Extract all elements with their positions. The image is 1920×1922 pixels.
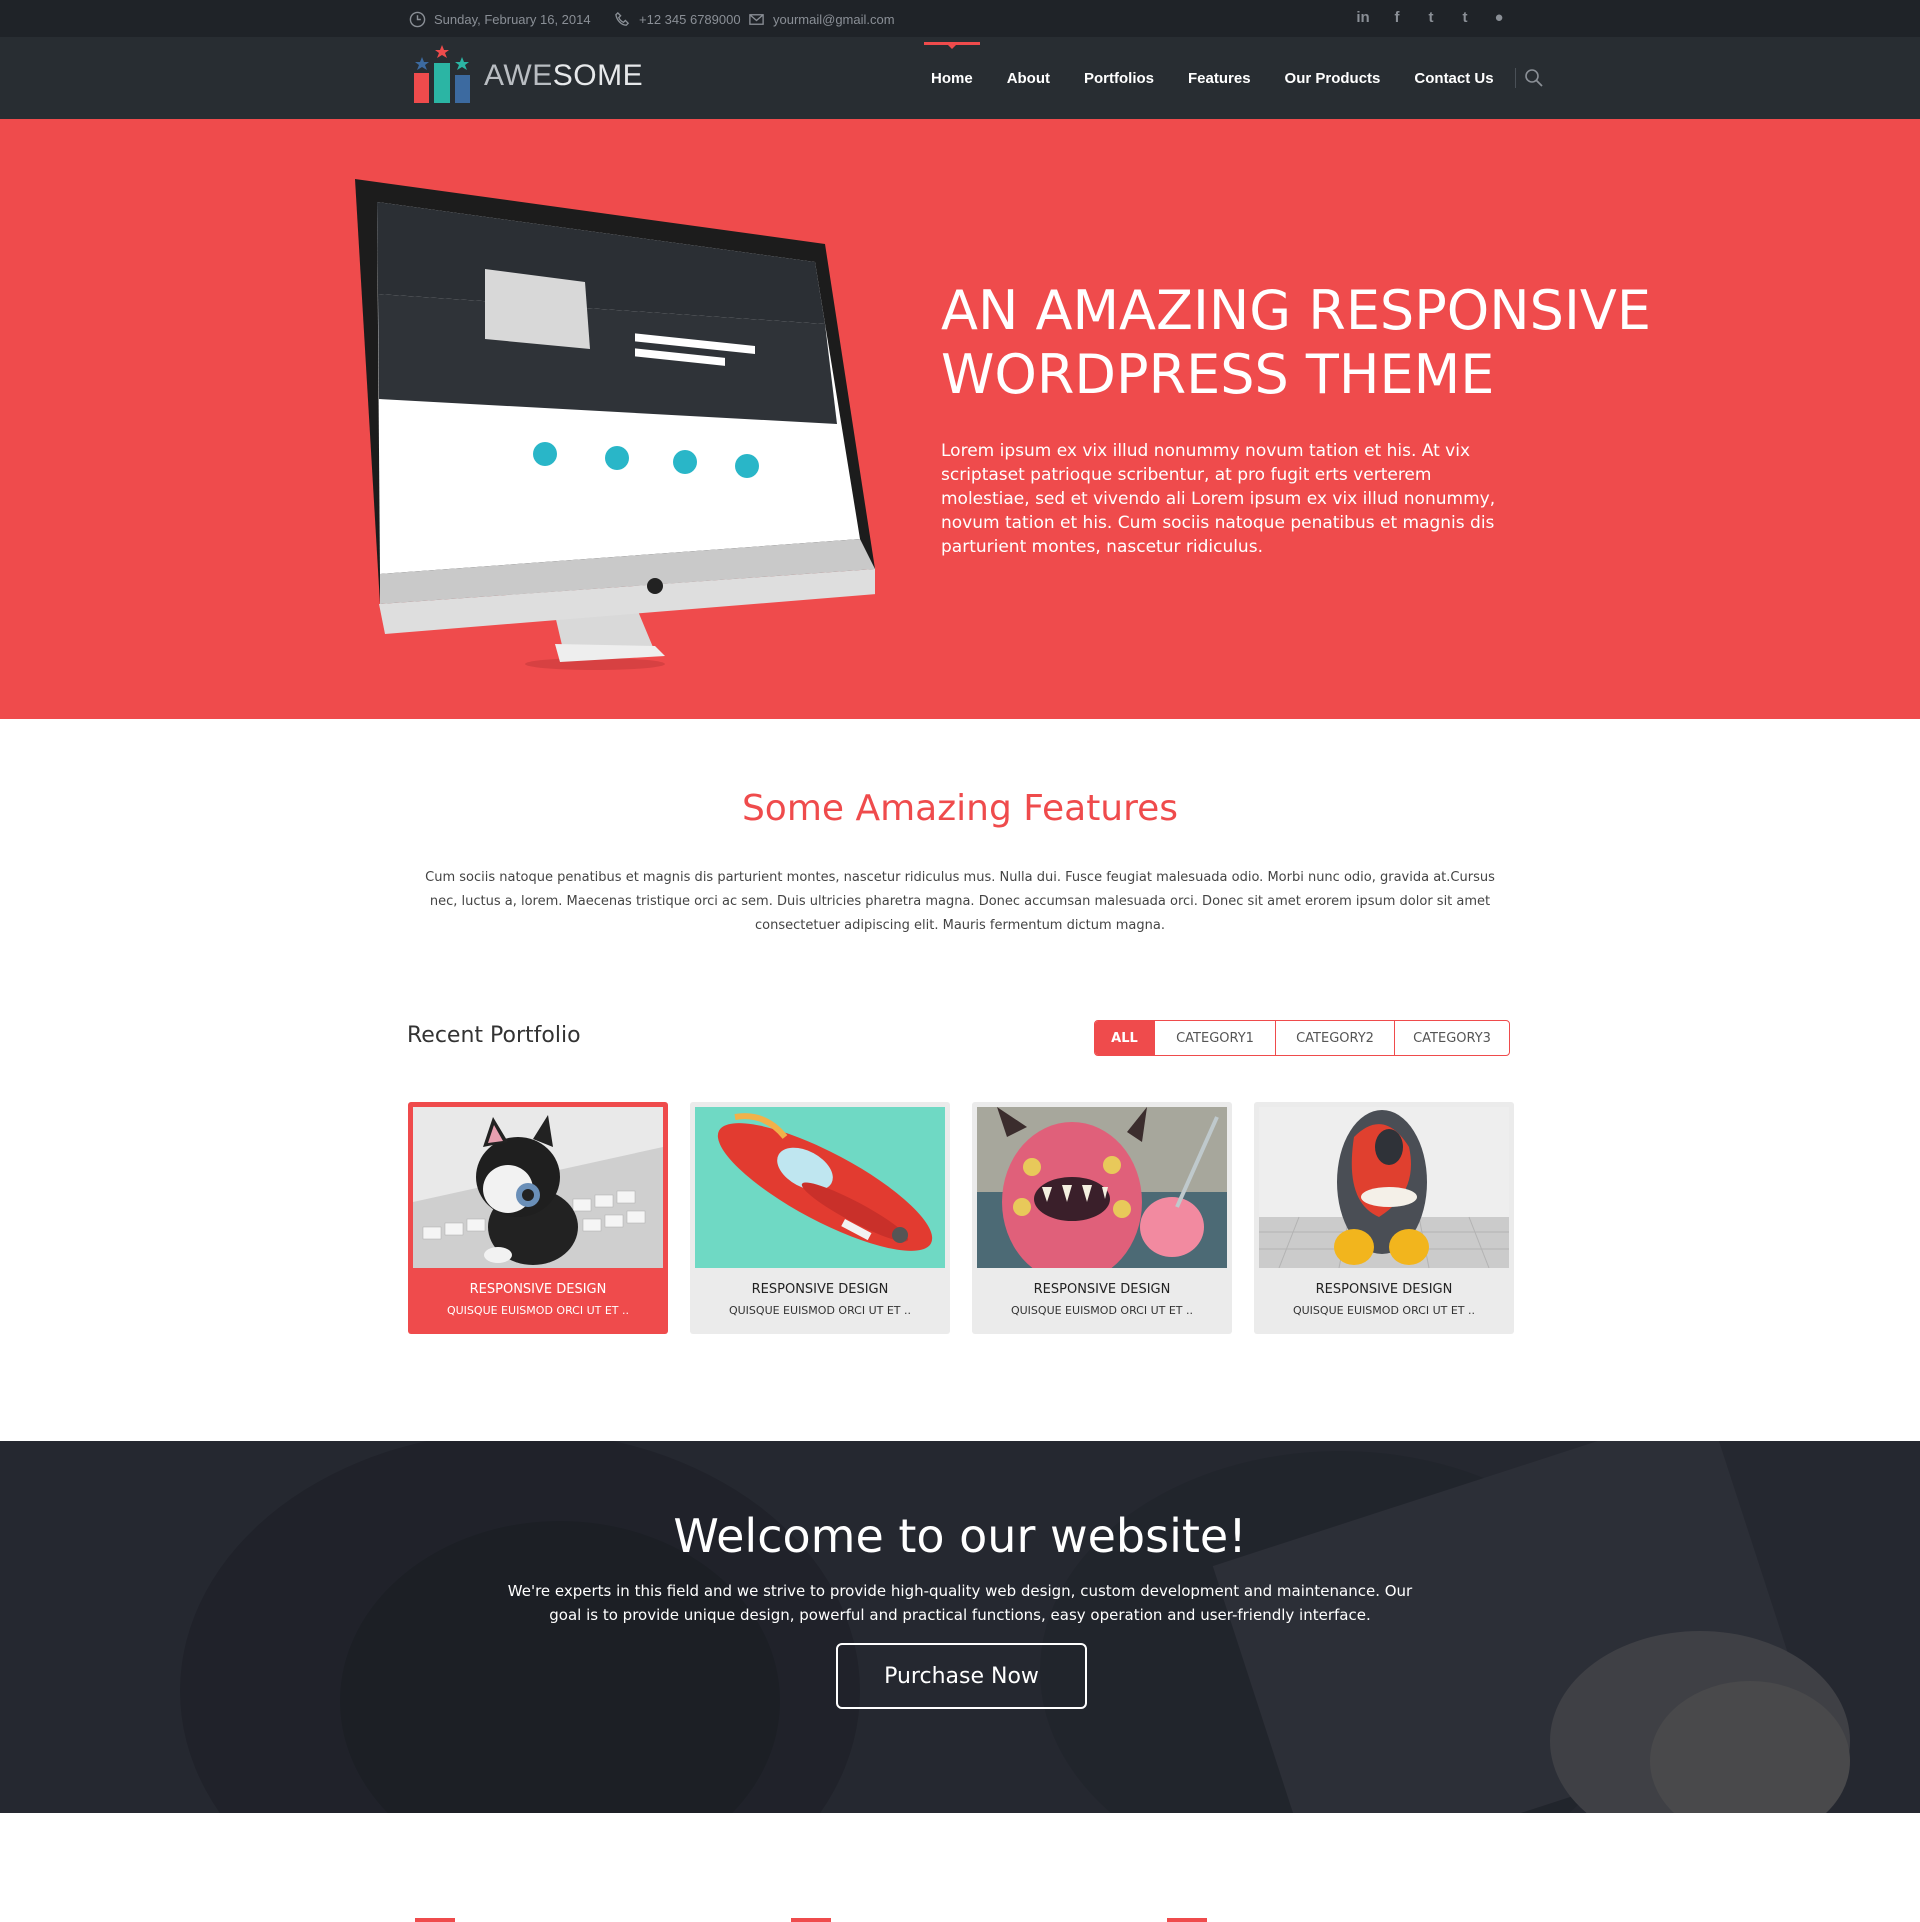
nav-home[interactable]: Home — [914, 37, 990, 119]
portfolio-image-cat-toy — [413, 1107, 663, 1268]
search-button[interactable] — [1524, 37, 1546, 119]
phone-info: +12 345 6789000 — [614, 11, 741, 28]
card-subtitle: QUISQUE EUISMOD ORCI UT ET .. — [1292, 1304, 1476, 1317]
social-links: in f t t ● — [1355, 9, 1507, 26]
clock-icon — [409, 11, 426, 28]
section-accent-mark — [415, 1918, 455, 1922]
card-title: RESPONSIVE DESIGN — [751, 1282, 889, 1297]
logo-text: AWESOME — [484, 59, 644, 92]
filter-category3[interactable]: CATEGORY3 — [1394, 1021, 1509, 1055]
welcome-heading: Welcome to our website! — [673, 1509, 1247, 1563]
filter-all[interactable]: ALL — [1095, 1021, 1154, 1055]
portfolio-image-egg-robot — [1259, 1107, 1509, 1268]
tumblr-icon[interactable]: t — [1457, 9, 1473, 26]
section-accent-mark — [1167, 1918, 1207, 1922]
fishing-reel-background-image — [0, 1441, 1920, 1813]
hero-description: Lorem ipsum ex vix illud nonummy novum t… — [941, 441, 1496, 557]
features-description: Cum sociis natoque penatibus et magnis d… — [425, 870, 1495, 933]
hero-section: AN AMAZING RESPONSIVE WORDPRESS THEME Lo… — [0, 119, 1920, 719]
nav-about[interactable]: About — [990, 37, 1067, 119]
imac-mockup-image — [355, 179, 875, 670]
date-text: Sunday, February 16, 2014 — [434, 12, 591, 27]
nav-portfolios[interactable]: Portfolios — [1067, 37, 1171, 119]
portfolio-image-rocket-car — [695, 1107, 945, 1268]
card-title: RESPONSIVE DESIGN — [469, 1282, 607, 1297]
portfolio-grid: RESPONSIVE DESIGN QUISQUE EUISMOD ORCI U… — [408, 1102, 1514, 1334]
welcome-section: Welcome to our website! We're experts in… — [0, 1441, 1920, 1813]
facebook-icon[interactable]: f — [1389, 9, 1405, 26]
main-menu: Home About Portfolios Features Our Produ… — [914, 37, 1546, 119]
nav-features[interactable]: Features — [1171, 37, 1268, 119]
nav-contact-us[interactable]: Contact Us — [1397, 37, 1510, 119]
linkedin-icon[interactable]: in — [1355, 9, 1371, 26]
features-heading: Some Amazing Features — [741, 788, 1179, 829]
portfolio-filter-tabs: ALL CATEGORY1 CATEGORY2 CATEGORY3 — [1094, 1020, 1510, 1056]
portfolio-card[interactable]: RESPONSIVE DESIGN QUISQUE EUISMOD ORCI U… — [1254, 1102, 1514, 1334]
email-info: yourmail@gmail.com — [748, 11, 895, 28]
top-bar: Sunday, February 16, 2014 +12 345 678900… — [0, 0, 1920, 37]
menu-divider — [1514, 68, 1516, 88]
portfolio-card[interactable]: RESPONSIVE DESIGN QUISQUE EUISMOD ORCI U… — [972, 1102, 1232, 1334]
mail-icon — [749, 14, 764, 25]
twitter-icon[interactable]: t — [1423, 9, 1439, 26]
main-navbar: AWESOME Home About Portfolios Features O… — [0, 37, 1920, 119]
card-title: RESPONSIVE DESIGN — [1315, 1282, 1453, 1297]
hero-title: AN AMAZING RESPONSIVE WORDPRESS THEME — [941, 279, 1651, 406]
portfolio-card[interactable]: RESPONSIVE DESIGN QUISQUE EUISMOD ORCI U… — [408, 1102, 668, 1334]
card-title: RESPONSIVE DESIGN — [1033, 1282, 1171, 1297]
filter-category1[interactable]: CATEGORY1 — [1154, 1021, 1275, 1055]
date-info: Sunday, February 16, 2014 — [409, 11, 591, 28]
phone-text: +12 345 6789000 — [639, 12, 741, 27]
card-subtitle: QUISQUE EUISMOD ORCI UT ET .. — [446, 1304, 630, 1317]
filter-category2[interactable]: CATEGORY2 — [1275, 1021, 1394, 1055]
card-subtitle: QUISQUE EUISMOD ORCI UT ET .. — [1010, 1304, 1194, 1317]
portfolio-card[interactable]: RESPONSIVE DESIGN QUISQUE EUISMOD ORCI U… — [690, 1102, 950, 1334]
portfolio-heading: Recent Portfolio — [407, 1023, 581, 1048]
portfolio-image-sea-monster — [977, 1107, 1227, 1268]
email-text[interactable]: yourmail@gmail.com — [773, 12, 895, 27]
logo-icon — [414, 45, 470, 103]
flickr-icon[interactable]: ● — [1491, 9, 1507, 26]
phone-icon — [615, 11, 630, 26]
section-accent-mark — [791, 1918, 831, 1922]
site-logo[interactable]: AWESOME — [412, 45, 643, 107]
purchase-now-button[interactable]: Purchase Now — [836, 1643, 1087, 1709]
nav-our-products[interactable]: Our Products — [1268, 37, 1398, 119]
search-icon — [1524, 69, 1543, 87]
card-subtitle: QUISQUE EUISMOD ORCI UT ET .. — [728, 1304, 912, 1317]
welcome-description: We're experts in this field and we striv… — [507, 1582, 1413, 1624]
